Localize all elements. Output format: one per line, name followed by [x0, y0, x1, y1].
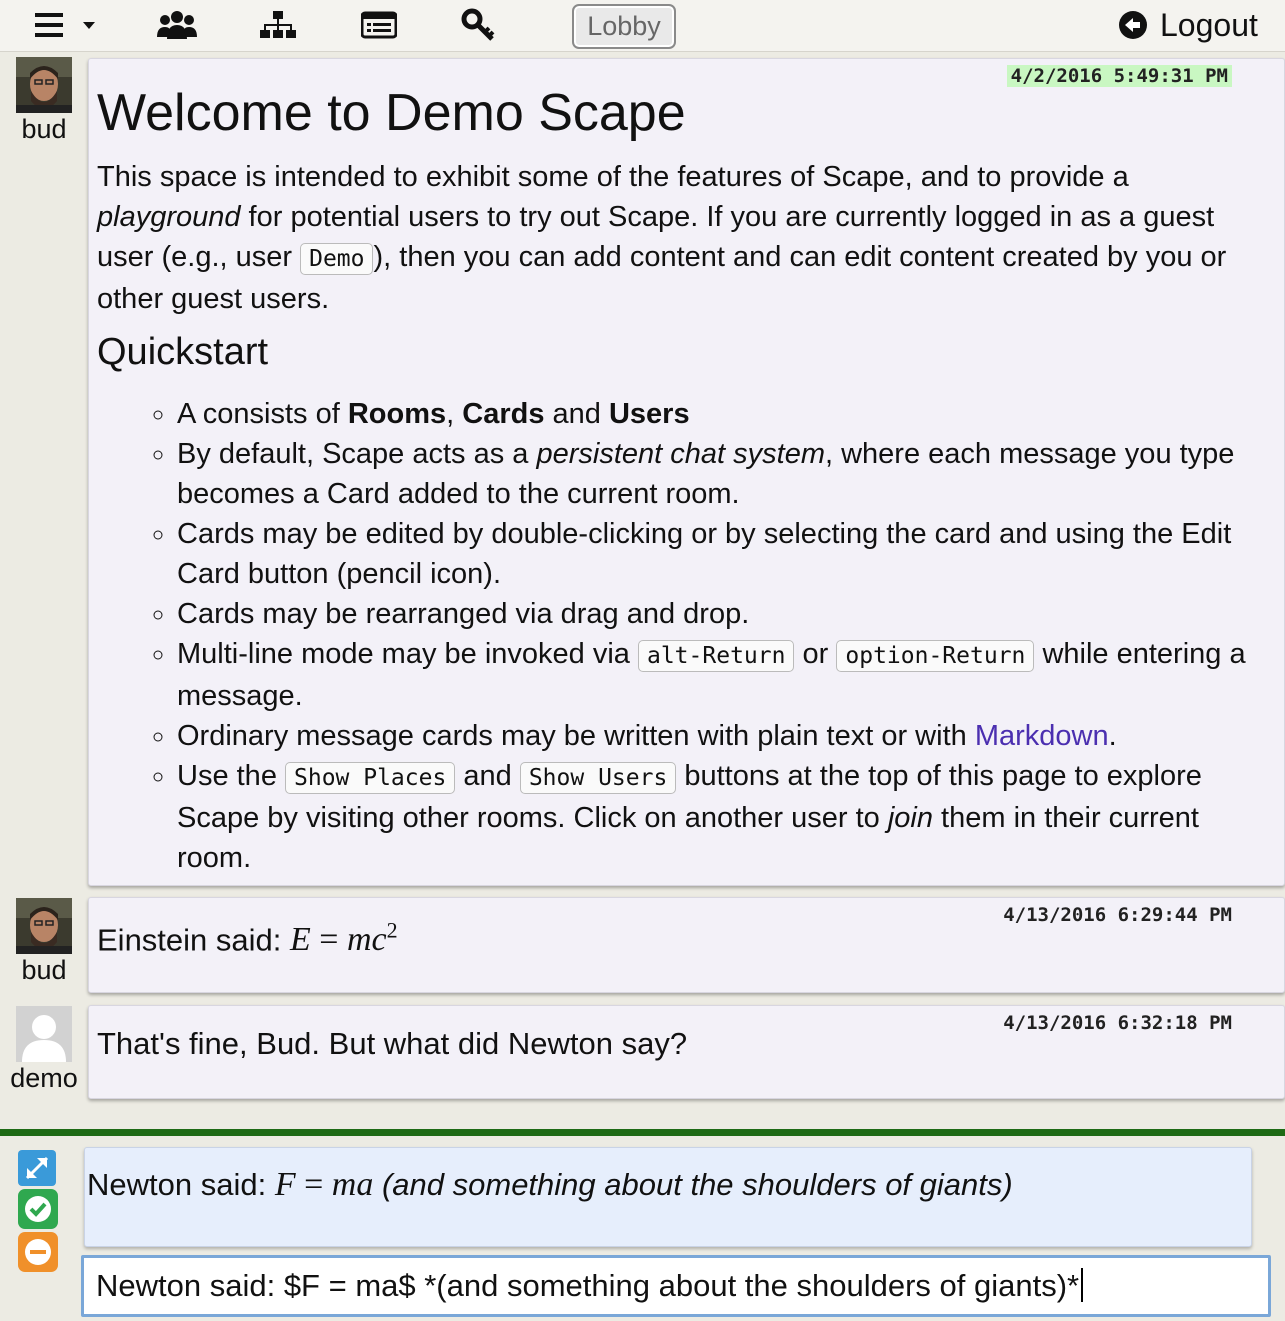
list-item: A consists of Rooms, Cards and Users — [177, 394, 1277, 434]
markdown-link[interactable]: Markdown — [975, 720, 1109, 752]
quickstart-list: A consists of Rooms, Cards and Users By … — [147, 394, 1277, 878]
login-key-button[interactable] — [456, 0, 500, 50]
card-timestamp: 4/13/2016 6:32:18 PM — [1003, 1012, 1232, 1034]
section-heading: Quickstart — [97, 331, 269, 373]
item-bold: Rooms — [347, 398, 447, 430]
key-code: option-Return — [836, 640, 1035, 672]
list-item: By default, Scape acts as a persistent c… — [177, 434, 1277, 514]
message-input[interactable]: Newton said: $F = ma$ *(and something ab… — [81, 1255, 1271, 1317]
preview-plain: Newton said: — [87, 1167, 275, 1202]
check-circle-icon — [25, 1196, 51, 1222]
expand-button[interactable] — [18, 1150, 56, 1186]
menu-icon — [35, 13, 95, 37]
math-formula: F = ma — [275, 1166, 374, 1203]
users-icon — [157, 11, 197, 39]
item-emphasis: join — [887, 802, 933, 834]
item-text: , — [446, 398, 463, 430]
places-icon — [260, 11, 296, 38]
card-author[interactable]: bud — [6, 898, 82, 986]
card-author[interactable]: demo — [6, 1006, 82, 1094]
avatar — [16, 898, 72, 954]
list-item: Use the Show Places and Show Users butto… — [177, 756, 1277, 878]
card-message[interactable]: 4/13/2016 6:32:18 PM That's fine, Bud. B… — [88, 1005, 1285, 1099]
button-code: Show Places — [285, 762, 456, 794]
cancel-button[interactable] — [18, 1232, 58, 1272]
item-bold: Cards — [462, 398, 545, 430]
avatar — [16, 57, 72, 113]
input-value: Newton said: $F = ma$ *(and something ab… — [96, 1268, 1080, 1303]
card-welcome[interactable]: 4/2/2016 5:49:31 PM Welcome to Demo Scap… — [88, 58, 1285, 886]
default-avatar-icon — [16, 1006, 72, 1062]
intro-paragraph: This space is intended to exhibit some o… — [97, 157, 1267, 319]
logout-icon — [1119, 11, 1147, 39]
author-name: demo — [10, 1063, 78, 1093]
logout-label: Logout — [1160, 6, 1258, 43]
list-item: Ordinary message cards may be written wi… — [177, 716, 1277, 756]
cards-list-icon — [361, 11, 397, 39]
author-name: bud — [21, 955, 67, 985]
list-item: Cards may be rearranged via drag and dro… — [177, 594, 1277, 634]
logout-button[interactable]: Logout — [1118, 4, 1258, 46]
cards-list-button[interactable] — [354, 0, 404, 50]
card-author[interactable]: bud — [6, 57, 82, 145]
menu-button[interactable] — [30, 0, 100, 50]
item-text: and — [455, 760, 520, 792]
top-navbar: Lobby Logout — [0, 0, 1285, 52]
lobby-button[interactable]: Lobby — [572, 4, 676, 49]
list-item: Cards may be edited by double-clicking o… — [177, 514, 1277, 594]
expand-icon — [25, 1156, 49, 1180]
card-text: That's fine, Bud. But what did Newton sa… — [97, 1026, 688, 1061]
card-timestamp: 4/13/2016 6:29:44 PM — [1003, 904, 1232, 926]
item-emphasis: persistent chat system — [536, 438, 825, 470]
item-text: Ordinary message cards may be written wi… — [177, 720, 975, 752]
minus-circle-icon — [25, 1239, 51, 1265]
intro-text: This space is intended to exhibit some o… — [97, 161, 1129, 193]
math-formula: E = mc2 — [290, 918, 398, 959]
list-item: Multi-line mode may be invoked via alt-R… — [177, 634, 1277, 716]
show-users-button[interactable] — [150, 0, 204, 50]
card-title: Welcome to Demo Scape — [97, 84, 686, 142]
accept-button[interactable] — [18, 1189, 58, 1229]
item-text: or — [794, 638, 837, 670]
user-code: Demo — [300, 243, 374, 275]
item-text: Use the — [177, 760, 285, 792]
math-op: = — [310, 921, 347, 959]
item-text: By default, Scape acts as a — [177, 438, 537, 470]
item-text: Multi-line mode may be invoked via — [177, 638, 638, 670]
math-var: mc — [346, 921, 387, 959]
math-exponent: 2 — [386, 918, 398, 943]
item-text: A consists of — [177, 398, 348, 430]
button-code: Show Users — [519, 762, 677, 794]
item-text: . — [1108, 720, 1117, 752]
math-var: E — [290, 921, 311, 959]
item-text: and — [544, 398, 609, 430]
preview-text: Newton said: F = ma (and something about… — [87, 1166, 1013, 1204]
item-bold: Users — [608, 398, 690, 430]
message-text: Einstein said: — [97, 922, 290, 958]
card-timestamp: 4/2/2016 5:49:31 PM — [1006, 65, 1232, 87]
math-var: F — [274, 1166, 296, 1203]
card-text: Einstein said: E = mc2 — [97, 918, 398, 959]
author-name: bud — [21, 114, 67, 144]
math-op: = — [295, 1166, 332, 1203]
key-icon — [461, 8, 495, 41]
card-message[interactable]: 4/13/2016 6:29:44 PM Einstein said: E = … — [88, 897, 1285, 993]
message-preview: Newton said: F = ma (and something about… — [84, 1147, 1252, 1247]
key-code: alt-Return — [637, 640, 795, 672]
math-var: ma — [331, 1166, 374, 1203]
composer-divider — [0, 1129, 1285, 1136]
intro-emphasis: playground — [97, 201, 241, 233]
show-places-button[interactable] — [252, 0, 304, 50]
text-caret — [1081, 1268, 1084, 1302]
preview-emphasis: (and something about the shoulders of gi… — [373, 1167, 1013, 1202]
